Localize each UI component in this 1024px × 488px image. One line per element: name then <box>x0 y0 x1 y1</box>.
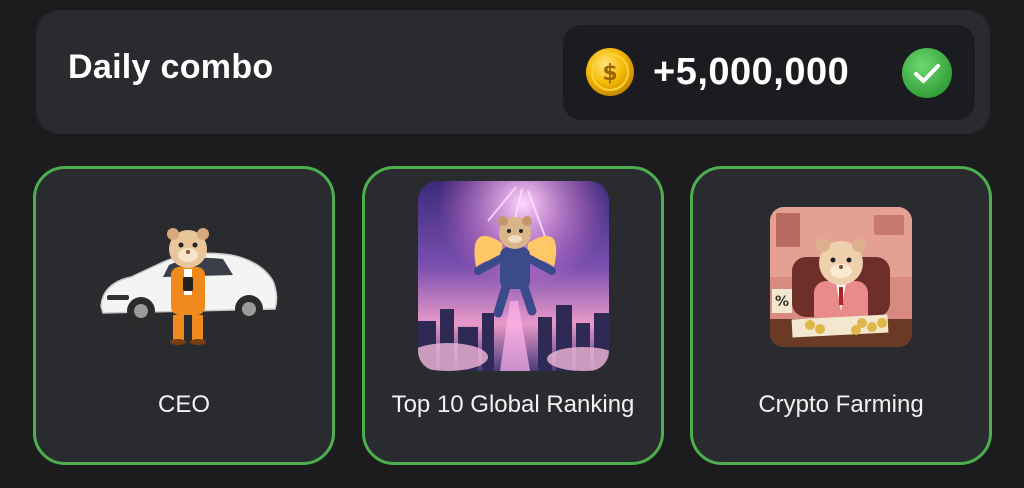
coin-icon: $ <box>586 48 634 96</box>
combo-card-label: Crypto Farming <box>758 391 924 418</box>
combo-card-top-10-global-ranking[interactable]: Top 10 Global Ranking <box>362 166 664 465</box>
svg-text:%: % <box>775 294 789 310</box>
reward-amount: +5,000,000 <box>653 51 850 93</box>
hamster-flying-image <box>418 181 609 371</box>
combo-card-crypto-farming[interactable]: % Crypto Farming <box>690 166 992 465</box>
svg-text:$: $ <box>602 61 617 86</box>
hamster-desk-image: % <box>770 207 912 347</box>
combo-card-ceo[interactable]: CEO <box>33 166 335 465</box>
daily-combo-header: Daily combo $ +5,000,000 <box>36 10 990 134</box>
reward-pill: $ +5,000,000 <box>563 25 975 120</box>
combo-card-label: CEO <box>157 391 210 418</box>
daily-combo-title: Daily combo <box>68 48 274 86</box>
hamster-ceo-image <box>100 228 278 345</box>
check-circle-icon <box>902 48 952 98</box>
combo-card-label: Top 10 Global Ranking <box>391 391 635 418</box>
daily-combo-screen: Daily combo $ +5,000,000 CEO Top 10 Glob… <box>0 0 1024 488</box>
